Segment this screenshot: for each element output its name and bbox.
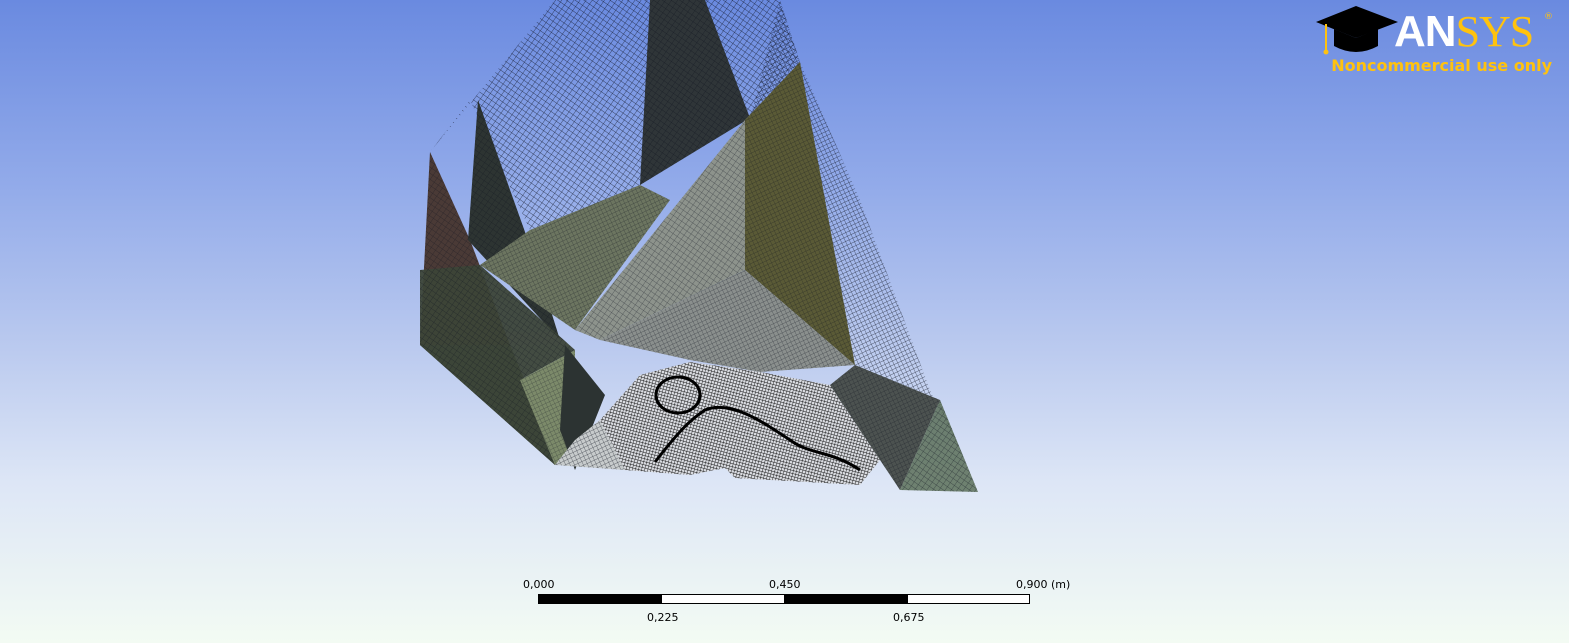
scale-label-450: 0,450 <box>769 578 801 591</box>
scale-bar: 0,000 0,450 0,900 (m) 0,225 0,675 <box>520 578 1080 628</box>
mesh-model[interactable] <box>0 0 1569 643</box>
license-notice: Noncommercial use only <box>1331 56 1552 75</box>
scale-label-900: 0,900 (m) <box>1016 578 1071 591</box>
graphics-viewport[interactable]: ANSYS ® Noncommercial use only 0,000 0,4… <box>0 0 1569 643</box>
scale-label-0: 0,000 <box>523 578 555 591</box>
scale-segment-2 <box>661 594 785 604</box>
ansys-logo: ANSYS ® Noncommercial use only <box>1312 2 1553 78</box>
scale-label-225: 0,225 <box>647 611 679 624</box>
scale-segment-4 <box>907 594 1030 604</box>
ansys-wordmark: ANSYS <box>1394 7 1534 56</box>
scale-label-675: 0,675 <box>893 611 925 624</box>
scale-segment-3 <box>784 594 908 604</box>
scale-segment-1 <box>538 594 662 604</box>
mortarboard-icon <box>1316 6 1398 55</box>
registered-mark: ® <box>1544 12 1553 22</box>
